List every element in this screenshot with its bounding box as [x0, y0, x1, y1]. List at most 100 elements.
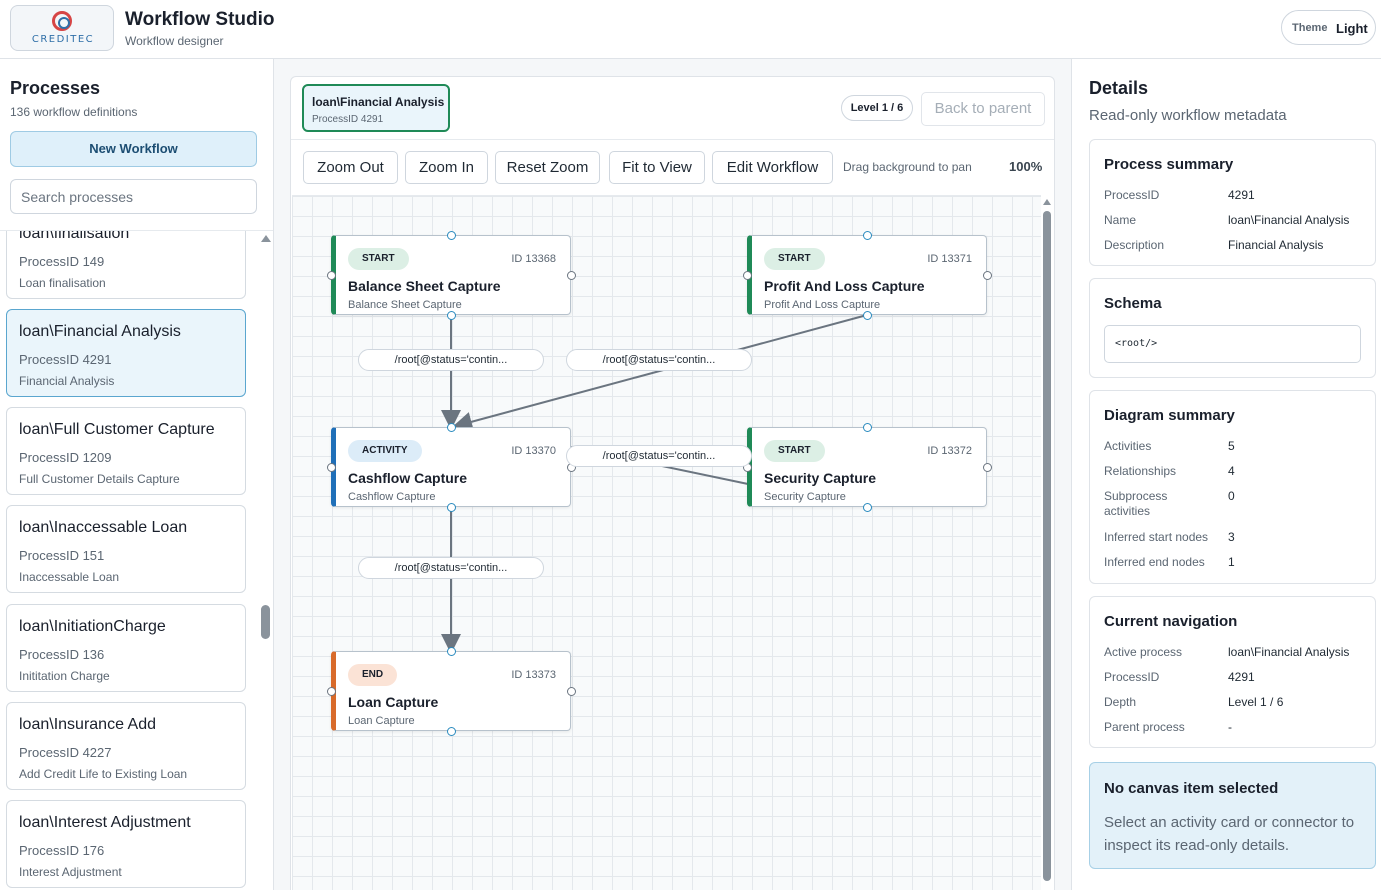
new-workflow-button[interactable]: New Workflow [10, 131, 257, 167]
port-bottom[interactable] [447, 727, 456, 736]
connector-label[interactable]: /root[@status='contin... [566, 445, 752, 467]
scroll-up-arrow-icon[interactable] [1043, 199, 1051, 205]
connector-label[interactable]: /root[@status='contin... [358, 349, 544, 371]
node-title: Balance Sheet Capture [348, 278, 501, 294]
process-id: ProcessID 4291 [19, 352, 112, 367]
scrollbar-thumb[interactable] [261, 605, 270, 639]
port-right[interactable] [983, 271, 992, 280]
current-navigation-card: Current navigation Active process loan\F… [1089, 596, 1376, 748]
canvas-scrollbar[interactable] [1042, 199, 1052, 889]
diagram-canvas[interactable]: START ID 13368 Balance Sheet Capture Bal… [292, 195, 1041, 890]
kv-key: Depth [1104, 695, 1137, 709]
process-name: loan\finalisation [19, 230, 130, 242]
node-type-badge: START [764, 248, 825, 270]
kv-value: Financial Analysis [1228, 238, 1324, 252]
scroll-up-arrow-icon[interactable] [261, 235, 271, 242]
activity-card-balance-sheet[interactable]: START ID 13368 Balance Sheet Capture Bal… [331, 235, 571, 315]
process-description: Inaccessable Loan [19, 570, 120, 584]
port-right[interactable] [983, 463, 992, 472]
node-type-badge: START [348, 248, 409, 270]
kv-value: - [1228, 720, 1232, 734]
node-id: ID 13373 [511, 669, 556, 681]
node-title: Loan Capture [348, 694, 439, 710]
process-name: loan\Financial Analysis [19, 323, 181, 340]
zoom-in-button[interactable]: Zoom In [405, 151, 488, 184]
process-list-item[interactable]: loan\Inaccessable Loan ProcessID 151 Ina… [6, 505, 246, 593]
schema-card: Schema <root/> [1089, 278, 1376, 378]
node-title: Profit And Loss Capture [764, 278, 925, 294]
port-top[interactable] [863, 231, 872, 240]
kv-value: 4 [1228, 464, 1235, 478]
port-bottom[interactable] [447, 311, 456, 320]
fit-to-view-button[interactable]: Fit to View [609, 151, 705, 184]
process-description: Interest Adjustment [19, 865, 122, 879]
kv-key: Description [1104, 238, 1165, 252]
zoom-level: 100% [1009, 159, 1043, 174]
breadcrumb-name: loan\Financial Analysis [312, 95, 445, 109]
reset-zoom-button[interactable]: Reset Zoom [495, 151, 600, 184]
process-list-item[interactable]: loan\Interest Adjustment ProcessID 176 I… [6, 800, 246, 888]
activity-card-security[interactable]: START ID 13372 Security Capture Security… [747, 427, 987, 507]
process-list-item[interactable]: loan\finalisation ProcessID 149 Loan fin… [6, 230, 246, 299]
kv-key: Relationships [1104, 464, 1177, 478]
process-name: loan\Interest Adjustment [19, 814, 191, 831]
port-top[interactable] [447, 423, 456, 432]
node-type-badge: START [764, 440, 825, 462]
port-right[interactable] [567, 687, 576, 696]
process-list: loan\finalisation ProcessID 149 Loan fin… [0, 230, 273, 890]
connector-label[interactable]: /root[@status='contin... [358, 557, 544, 579]
kv-key: ProcessID [1104, 670, 1160, 684]
breadcrumb-current-process[interactable]: loan\Financial Analysis ProcessID 4291 [302, 84, 450, 132]
details-panel: Details Read-only workflow metadata Proc… [1071, 59, 1381, 890]
node-id: ID 13371 [927, 253, 972, 265]
process-list-item[interactable]: loan\InitiationCharge ProcessID 136 Init… [6, 604, 246, 692]
port-right[interactable] [567, 271, 576, 280]
node-title: Cashflow Capture [348, 470, 468, 486]
selection-title: No canvas item selected [1104, 780, 1279, 797]
kv-key: ProcessID [1104, 188, 1160, 202]
node-subtitle: Balance Sheet Capture [348, 299, 462, 311]
port-top[interactable] [863, 423, 872, 432]
search-processes-input[interactable] [10, 179, 257, 214]
app-title: Workflow Studio [125, 9, 275, 30]
process-id: ProcessID 176 [19, 843, 105, 858]
port-left[interactable] [327, 463, 336, 472]
activity-card-profit-and-loss[interactable]: START ID 13371 Profit And Loss Capture P… [747, 235, 987, 315]
kv-key: Subprocess activities [1104, 489, 1168, 518]
activity-card-cashflow[interactable]: ACTIVITY ID 13370 Cashflow Capture Cashf… [331, 427, 571, 507]
node-subtitle: Loan Capture [348, 715, 415, 727]
scrollbar-thumb[interactable] [1043, 211, 1051, 881]
port-top[interactable] [447, 647, 456, 656]
process-description: Loan finalisation [19, 276, 106, 290]
process-id: ProcessID 151 [19, 548, 105, 563]
node-id: ID 13372 [927, 445, 972, 457]
zoom-out-button[interactable]: Zoom Out [303, 151, 398, 184]
back-to-parent-button[interactable]: Back to parent [921, 92, 1045, 126]
process-list-item[interactable]: loan\Insurance Add ProcessID 4227 Add Cr… [6, 702, 246, 790]
processes-sidebar: Processes 136 workflow definitions New W… [0, 59, 274, 890]
port-bottom[interactable] [863, 503, 872, 512]
details-title: Details [1089, 78, 1149, 98]
process-list-item[interactable]: loan\Full Customer Capture ProcessID 120… [6, 407, 246, 495]
port-bottom[interactable] [447, 503, 456, 512]
port-left[interactable] [743, 271, 752, 280]
edit-workflow-button[interactable]: Edit Workflow [712, 151, 833, 184]
port-bottom[interactable] [863, 311, 872, 320]
node-title: Security Capture [764, 470, 877, 486]
breadcrumb-id: ProcessID 4291 [312, 114, 384, 125]
theme-toggle-button[interactable]: Theme Light [1281, 10, 1376, 45]
connector-label[interactable]: /root[@status='contin... [566, 349, 752, 371]
kv-value: loan\Financial Analysis [1228, 645, 1350, 659]
creditec-logo[interactable]: CREDITEC [10, 5, 114, 51]
port-top[interactable] [447, 231, 456, 240]
port-left[interactable] [327, 687, 336, 696]
kv-key: Inferred start nodes [1104, 530, 1209, 544]
port-left[interactable] [327, 271, 336, 280]
card-title: Current navigation [1104, 613, 1238, 630]
process-list-item-active[interactable]: loan\Financial Analysis ProcessID 4291 F… [6, 309, 246, 397]
level-badge: Level 1 / 6 [841, 95, 913, 121]
process-list-scrollbar[interactable] [259, 235, 271, 885]
process-name: loan\Full Customer Capture [19, 421, 215, 438]
activity-card-loan-capture[interactable]: END ID 13373 Loan Capture Loan Capture [331, 651, 571, 731]
kv-key: Activities [1104, 439, 1152, 453]
